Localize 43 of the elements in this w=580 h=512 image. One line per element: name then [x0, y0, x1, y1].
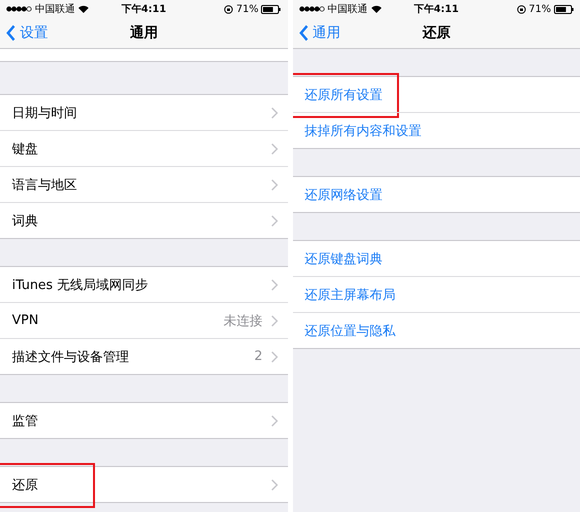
reset-action-link[interactable]: 还原所有设置 [304, 86, 570, 104]
nav-title: 通用 [130, 24, 158, 42]
battery-icon [554, 4, 574, 14]
settings-item[interactable]: 日期与时间 [12, 104, 270, 122]
carrier-name: 中国联通 [35, 2, 75, 16]
back-button[interactable]: 设置 [0, 24, 54, 42]
wifi-icon [370, 5, 382, 13]
item-value: 2 [254, 349, 262, 364]
back-chevron-icon [298, 25, 308, 41]
reset-action-link[interactable]: 还原主屏幕布局 [304, 286, 570, 304]
back-chevron-icon [6, 25, 16, 41]
battery-icon [261, 4, 282, 14]
chevron-icon [270, 142, 278, 154]
chevron-icon [270, 350, 278, 362]
rotation-lock-icon [224, 4, 234, 14]
wifi-icon [78, 5, 89, 13]
chevron-icon [270, 278, 278, 290]
item-value: 未连接 [224, 312, 262, 330]
reset-action-link[interactable]: 抹掉所有内容和设置 [304, 122, 570, 140]
settings-item[interactable]: 描述文件与设备管理 [12, 348, 254, 366]
chevron-icon [270, 178, 278, 190]
battery-percent: 71% [236, 4, 258, 14]
carrier-name: 中国联通 [328, 2, 368, 16]
chevron-icon [270, 106, 278, 118]
chevron-icon [270, 214, 278, 226]
settings-item[interactable]: 语言与地区 [12, 176, 270, 194]
settings-item[interactable]: 键盘 [12, 140, 270, 158]
back-button[interactable]: 通用 [292, 24, 346, 42]
status-time: 下午4:11 [414, 2, 459, 16]
nav-title: 还原 [422, 24, 450, 42]
reset-action-link[interactable]: 还原键盘词典 [304, 250, 570, 268]
reset-action-link[interactable]: 还原位置与隐私 [304, 322, 570, 340]
chevron-icon [270, 314, 278, 326]
chevron-icon [270, 414, 278, 426]
settings-item[interactable]: VPN [12, 313, 224, 328]
settings-item[interactable]: iTunes 无线局域网同步 [12, 276, 270, 294]
signal-icon [6, 6, 32, 12]
chevron-icon [270, 478, 278, 490]
signal-icon [298, 6, 324, 12]
status-time: 下午4:11 [121, 2, 166, 16]
battery-percent: 71% [528, 4, 551, 14]
rotation-lock-icon [516, 4, 526, 14]
settings-item[interactable]: 词典 [12, 212, 270, 230]
